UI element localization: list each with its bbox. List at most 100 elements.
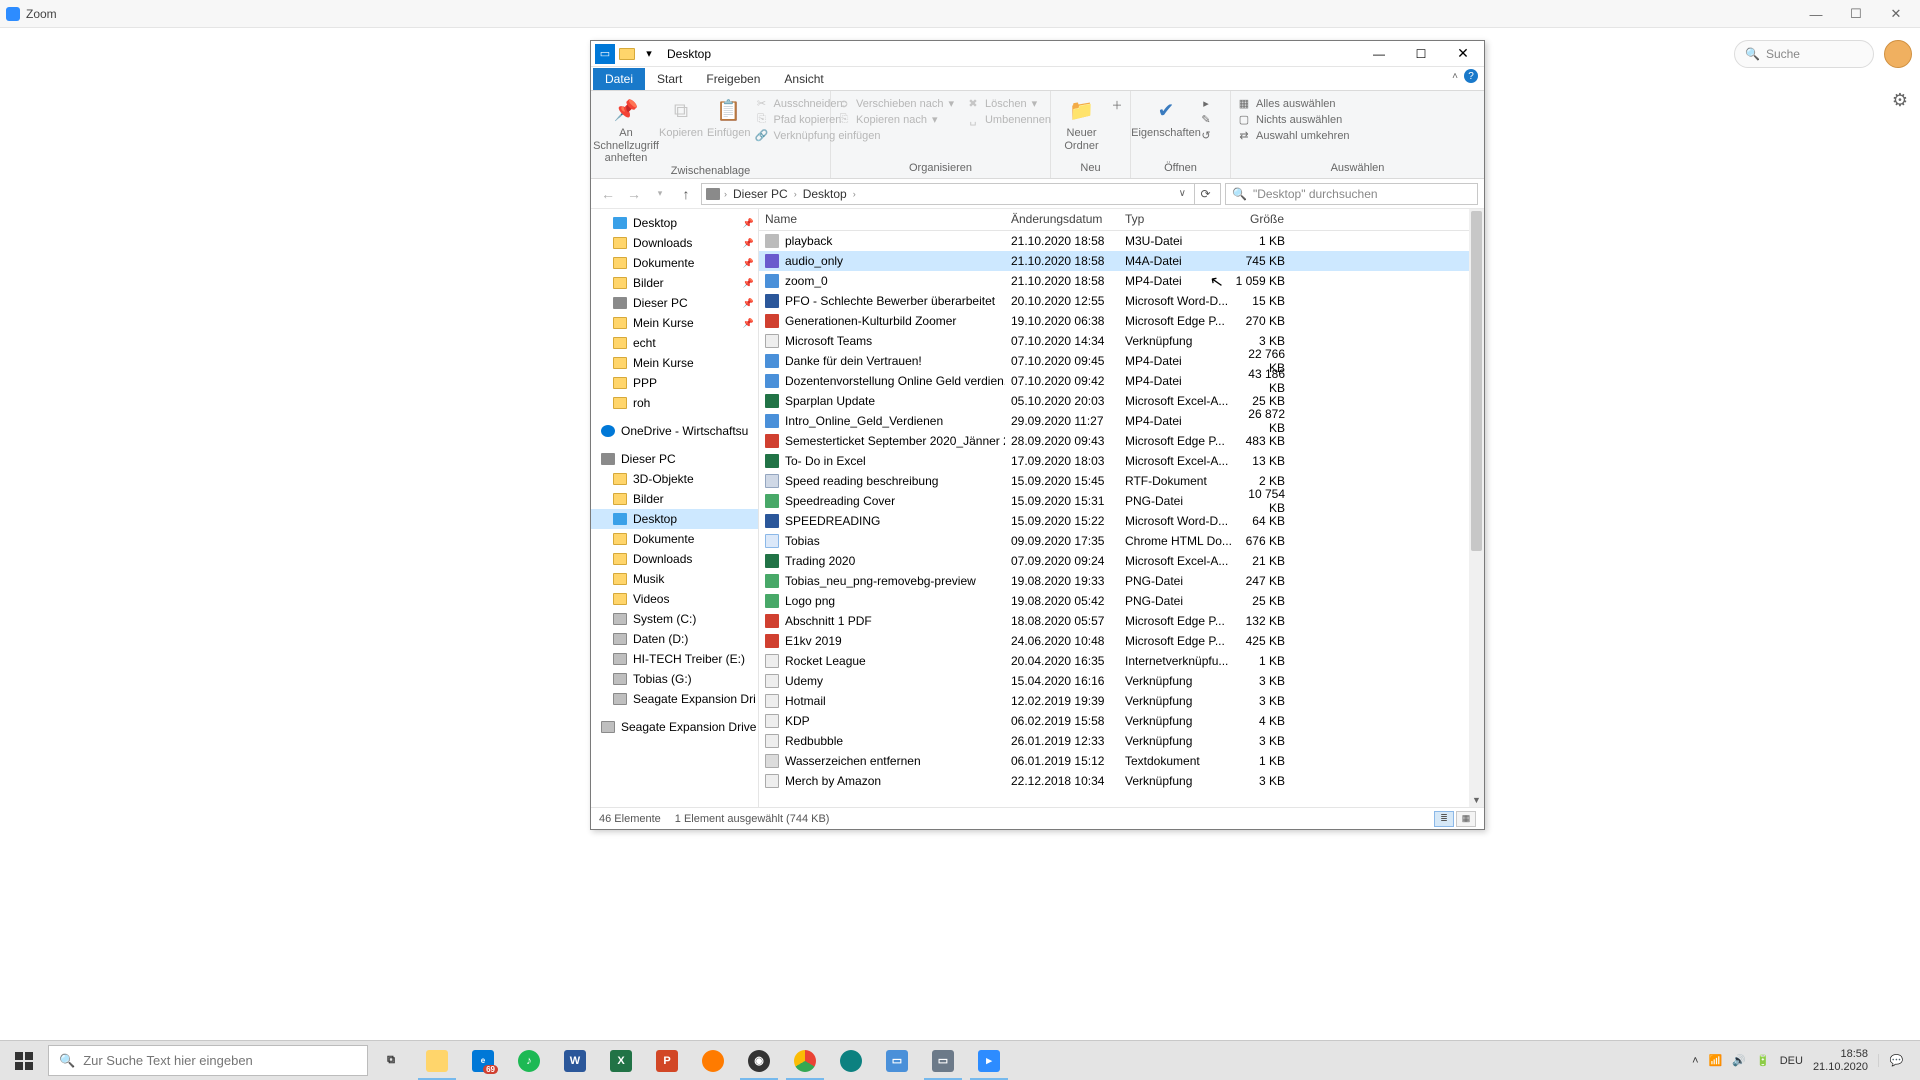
- nav-item[interactable]: roh: [591, 393, 758, 413]
- powerpoint-taskbar-button[interactable]: P: [644, 1041, 690, 1080]
- nav-item[interactable]: PPP: [591, 373, 758, 393]
- explorer-minimize-button[interactable]: —: [1358, 41, 1400, 66]
- address-dropdown-icon[interactable]: ∨: [1175, 188, 1190, 199]
- qat-dropdown-icon[interactable]: ▾: [639, 44, 659, 64]
- zoom-maximize-button[interactable]: ☐: [1836, 6, 1876, 22]
- tray-clock[interactable]: 18:58 21.10.2020: [1813, 1048, 1868, 1073]
- ribbon-collapse-icon[interactable]: ˄: [1452, 71, 1458, 82]
- explorer-close-button[interactable]: ✕: [1442, 41, 1484, 66]
- help-icon[interactable]: ?: [1464, 69, 1478, 83]
- notification-button[interactable]: 💬: [1878, 1054, 1914, 1067]
- nav-item[interactable]: Desktop📌: [591, 213, 758, 233]
- explorer-maximize-button[interactable]: ☐: [1400, 41, 1442, 66]
- file-row[interactable]: Abschnitt 1 PDF18.08.2020 05:57Microsoft…: [759, 611, 1484, 631]
- file-row[interactable]: Sparplan Update05.10.2020 20:03Microsoft…: [759, 391, 1484, 411]
- col-name[interactable]: Name: [759, 209, 1005, 230]
- crumb-desktop[interactable]: Desktop: [801, 187, 849, 201]
- nav-back-button[interactable]: ←: [597, 183, 619, 205]
- delete-button[interactable]: ✖Löschen ▾: [966, 97, 1051, 110]
- file-row[interactable]: audio_only21.10.2020 18:58M4A-Datei745 K…: [759, 251, 1484, 271]
- file-row[interactable]: playback21.10.2020 18:58M3U-Datei1 KB: [759, 231, 1484, 251]
- zoom-settings-icon[interactable]: ⚙: [1892, 90, 1908, 111]
- zoom-avatar[interactable]: [1884, 40, 1912, 68]
- zoom-minimize-button[interactable]: —: [1796, 7, 1836, 22]
- zoom-taskbar-button[interactable]: ▸: [966, 1041, 1012, 1080]
- copy-button[interactable]: ⧉ Kopieren: [659, 95, 703, 140]
- nav-item[interactable]: System (C:): [591, 609, 758, 629]
- move-to-button[interactable]: ➲Verschieben nach ▾: [837, 97, 954, 110]
- nav-seagate[interactable]: Seagate Expansion Drive: [591, 717, 758, 737]
- tray-expand-icon[interactable]: ˄: [1692, 1055, 1698, 1067]
- nav-item[interactable]: Musik: [591, 569, 758, 589]
- view-details-button[interactable]: ≣: [1434, 811, 1454, 827]
- file-row[interactable]: Udemy15.04.2020 16:16Verknüpfung3 KB: [759, 671, 1484, 691]
- file-row[interactable]: Speed reading beschreibung15.09.2020 15:…: [759, 471, 1484, 491]
- nav-up-button[interactable]: ↑: [675, 183, 697, 205]
- nav-item[interactable]: Downloads📌: [591, 233, 758, 253]
- nav-this-pc[interactable]: Dieser PC: [591, 449, 758, 469]
- excel-taskbar-button[interactable]: X: [598, 1041, 644, 1080]
- nav-item[interactable]: Daten (D:): [591, 629, 758, 649]
- ribbon-tab-view[interactable]: Ansicht: [772, 68, 835, 90]
- view-large-button[interactable]: ▦: [1456, 811, 1476, 827]
- obs-taskbar-button[interactable]: ◉: [736, 1041, 782, 1080]
- col-date[interactable]: Änderungsdatum: [1005, 209, 1119, 230]
- nav-item[interactable]: Dokumente📌: [591, 253, 758, 273]
- file-row[interactable]: Dozentenvorstellung Online Geld verdien.…: [759, 371, 1484, 391]
- open-button[interactable]: ▸: [1199, 97, 1213, 110]
- start-button[interactable]: [0, 1041, 48, 1080]
- nav-item[interactable]: Tobias (G:): [591, 669, 758, 689]
- zoom-close-button[interactable]: ✕: [1876, 6, 1916, 22]
- nav-item[interactable]: Desktop: [591, 509, 758, 529]
- nav-onedrive[interactable]: OneDrive - Wirtschaftsu: [591, 421, 758, 441]
- nav-item[interactable]: Dieser PC📌: [591, 293, 758, 313]
- new-folder-button[interactable]: 📁 Neuer Ordner: [1057, 95, 1106, 152]
- tray-battery-icon[interactable]: 🔋: [1756, 1054, 1770, 1067]
- file-row[interactable]: Logo png19.08.2020 05:42PNG-Datei25 KB: [759, 591, 1484, 611]
- chevron-right-icon[interactable]: ›: [853, 189, 856, 199]
- pin-quickaccess-button[interactable]: 📌 An Schnellzugriff anheften: [597, 95, 655, 165]
- file-row[interactable]: zoom_021.10.2020 18:58MP4-Datei1 059 KB: [759, 271, 1484, 291]
- file-row[interactable]: Speedreading Cover15.09.2020 15:31PNG-Da…: [759, 491, 1484, 511]
- select-none-button[interactable]: ▢Nichts auswählen: [1237, 113, 1350, 126]
- nav-item[interactable]: HI-TECH Treiber (E:): [591, 649, 758, 669]
- properties-button[interactable]: ✔ Eigenschaften: [1137, 95, 1195, 140]
- file-row[interactable]: Redbubble26.01.2019 12:33Verknüpfung3 KB: [759, 731, 1484, 751]
- taskbar-search-input[interactable]: 🔍 Zur Suche Text hier eingeben: [48, 1045, 368, 1076]
- explorer-search-input[interactable]: 🔍 "Desktop" durchsuchen: [1225, 183, 1478, 205]
- file-row[interactable]: E1kv 201924.06.2020 10:48Microsoft Edge …: [759, 631, 1484, 651]
- file-row[interactable]: Intro_Online_Geld_Verdienen29.09.2020 11…: [759, 411, 1484, 431]
- new-item-button[interactable]: ＋: [1110, 97, 1124, 113]
- nav-item[interactable]: Videos: [591, 589, 758, 609]
- explorer-system-icon[interactable]: ▭: [595, 44, 615, 64]
- file-row[interactable]: Trading 202007.09.2020 09:24Microsoft Ex…: [759, 551, 1484, 571]
- file-row[interactable]: Wasserzeichen entfernen06.01.2019 15:12T…: [759, 751, 1484, 771]
- edit-button[interactable]: ✎: [1199, 113, 1213, 126]
- tray-wifi-icon[interactable]: 📶: [1709, 1054, 1723, 1067]
- edge2-taskbar-button[interactable]: [828, 1041, 874, 1080]
- scroll-down-icon[interactable]: ▼: [1469, 792, 1484, 807]
- select-all-button[interactable]: ▦Alles auswählen: [1237, 97, 1350, 110]
- history-button[interactable]: ↺: [1199, 129, 1213, 142]
- file-row[interactable]: Semesterticket September 2020_Jänner 2..…: [759, 431, 1484, 451]
- navigation-pane[interactable]: Desktop📌Downloads📌Dokumente📌Bilder📌Diese…: [591, 209, 759, 807]
- edge-taskbar-button[interactable]: e69: [460, 1041, 506, 1080]
- nav-item[interactable]: Seagate Expansion Dri: [591, 689, 758, 709]
- copy-to-button[interactable]: ⎘Kopieren nach ▾: [837, 113, 954, 126]
- nav-item[interactable]: Downloads: [591, 549, 758, 569]
- paste-button[interactable]: 📋 Einfügen: [707, 95, 750, 140]
- nav-item[interactable]: Dokumente: [591, 529, 758, 549]
- taskview-button[interactable]: ⧉: [368, 1041, 414, 1080]
- scrollbar[interactable]: ▲ ▼: [1469, 209, 1484, 807]
- file-row[interactable]: Danke für dein Vertrauen!07.10.2020 09:4…: [759, 351, 1484, 371]
- chrome-taskbar-button[interactable]: [782, 1041, 828, 1080]
- file-row[interactable]: PFO - Schlechte Bewerber überarbeitet20.…: [759, 291, 1484, 311]
- explorer-titlebar[interactable]: ▭ ▾ Desktop — ☐ ✕: [591, 41, 1484, 67]
- firefox-taskbar-button[interactable]: [690, 1041, 736, 1080]
- nav-forward-button[interactable]: →: [623, 183, 645, 205]
- nav-item[interactable]: Bilder: [591, 489, 758, 509]
- col-size[interactable]: Größe: [1235, 209, 1299, 230]
- notepad-taskbar-button[interactable]: ▭: [874, 1041, 920, 1080]
- file-row[interactable]: KDP06.02.2019 15:58Verknüpfung4 KB: [759, 711, 1484, 731]
- nav-item[interactable]: Mein Kurse📌: [591, 313, 758, 333]
